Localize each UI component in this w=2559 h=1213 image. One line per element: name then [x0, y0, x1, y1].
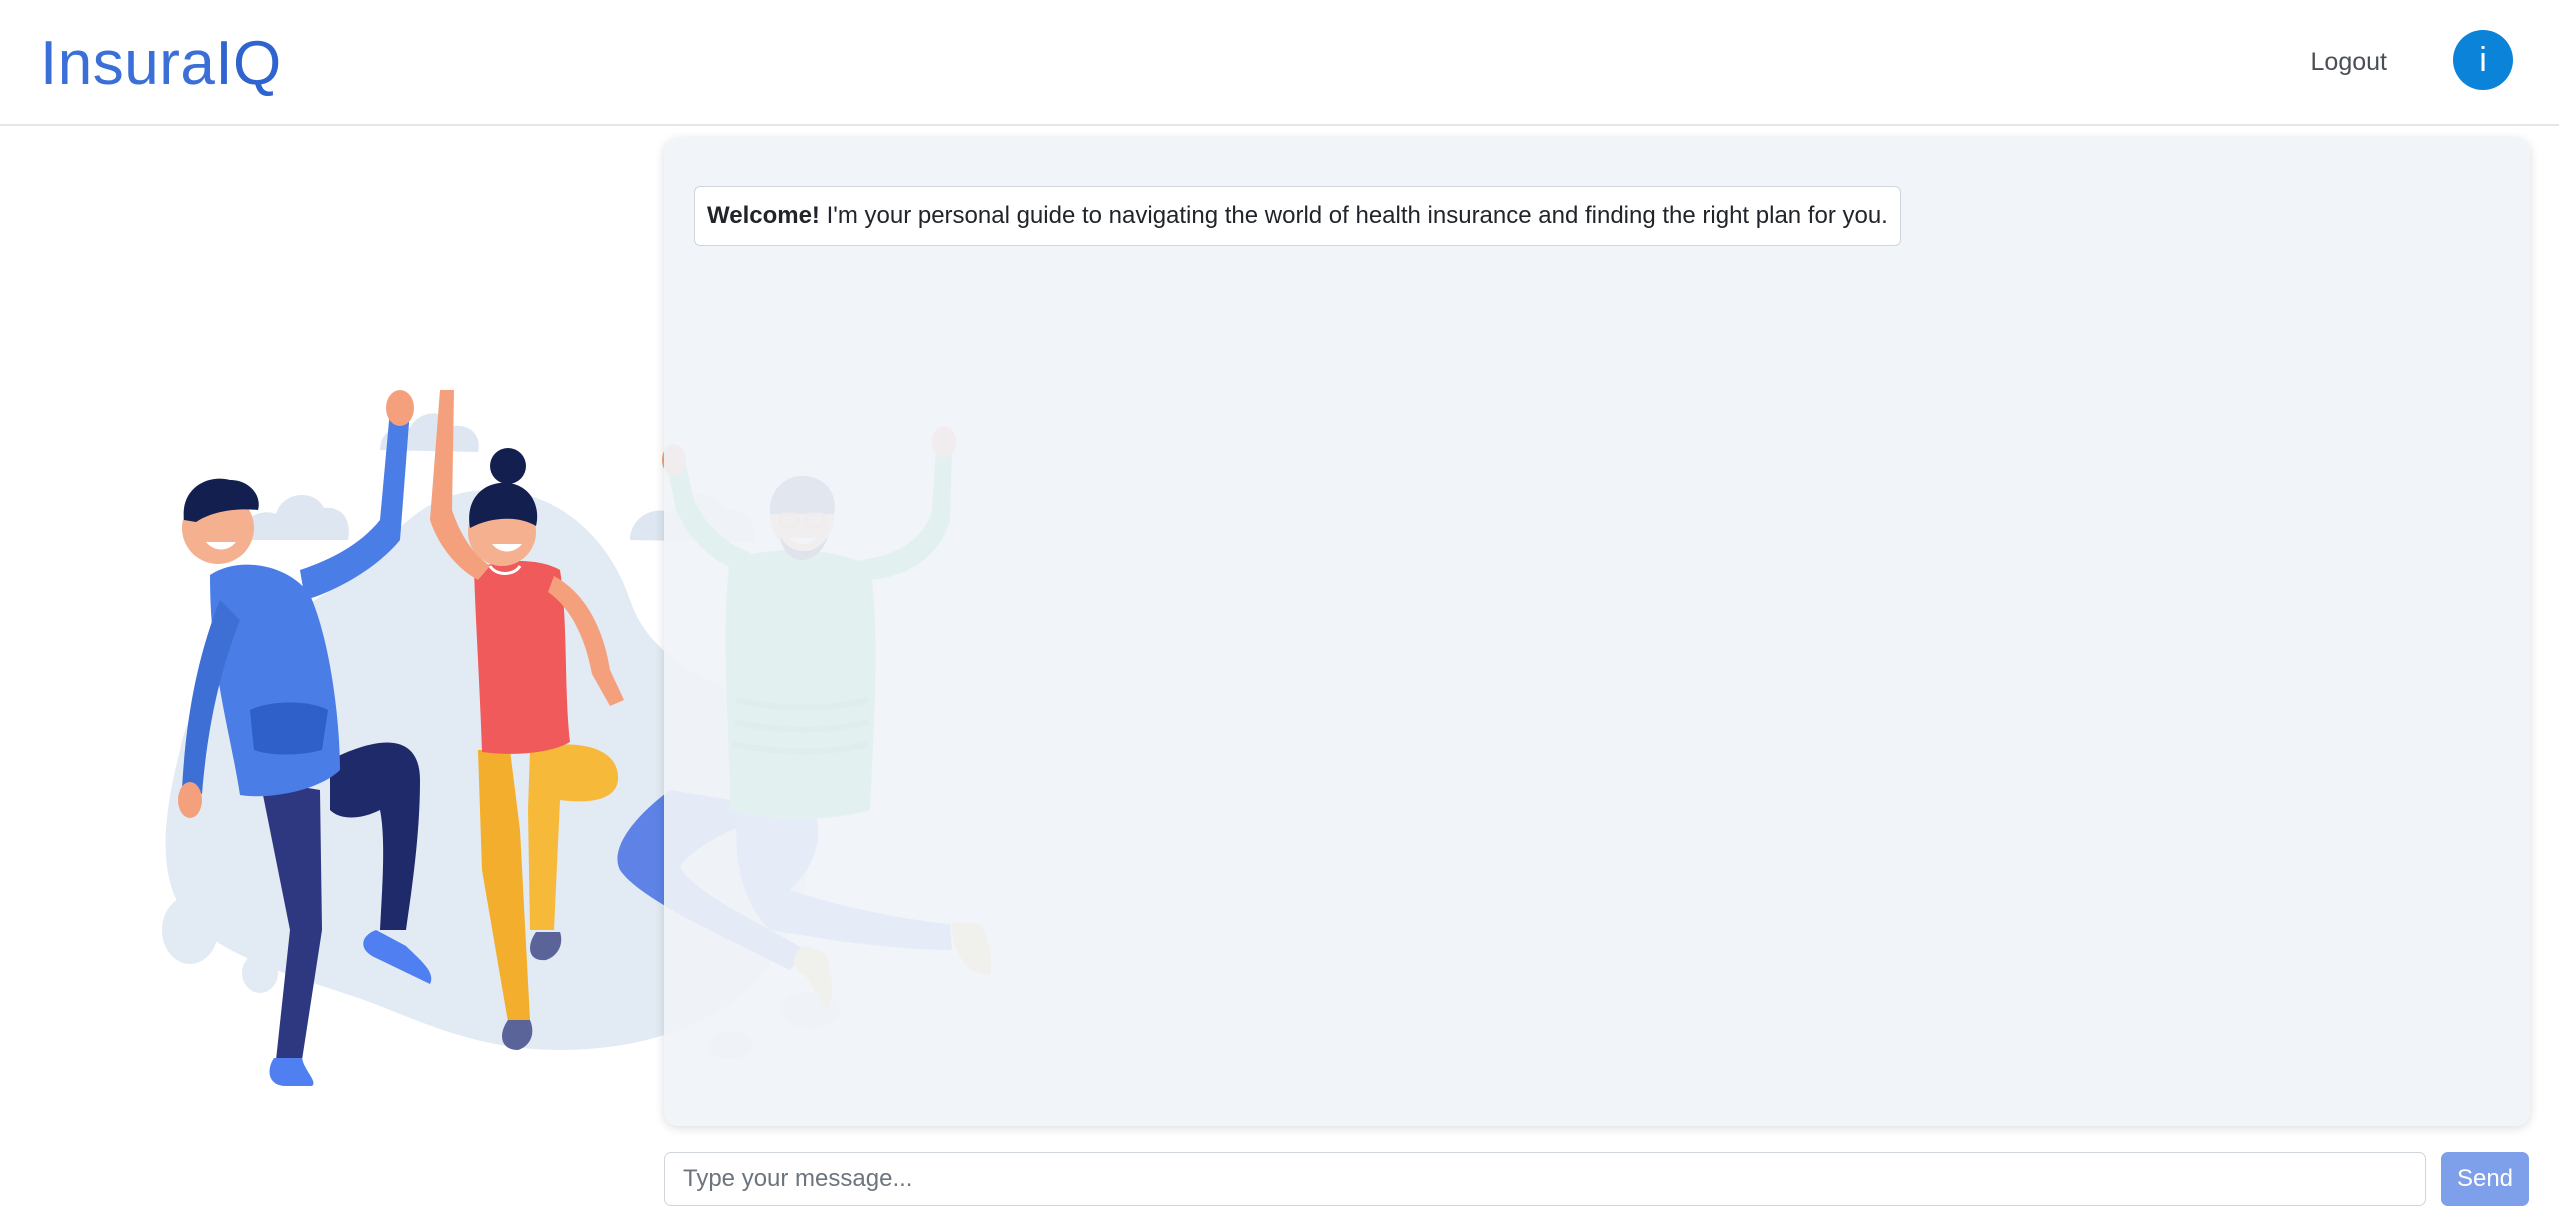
brand-name-main: Insura [40, 29, 216, 98]
welcome-message-bubble: Welcome! I'm your personal guide to navi… [694, 186, 1901, 246]
brand-name-accent: IQ [215, 29, 282, 98]
send-button[interactable]: Send [2441, 1152, 2529, 1206]
chat-messages-panel: Welcome! I'm your personal guide to navi… [664, 138, 2530, 1126]
logout-link[interactable]: Logout [2311, 44, 2387, 80]
brand-logo[interactable]: InsuraIQ [40, 24, 282, 104]
top-navbar: InsuraIQ Logout i [0, 0, 2559, 126]
welcome-body-text: I'm your personal guide to navigating th… [819, 202, 1888, 229]
message-input[interactable] [664, 1152, 2426, 1206]
welcome-bold-text: Welcome! [707, 202, 820, 229]
user-avatar-button[interactable]: i [2453, 30, 2513, 90]
